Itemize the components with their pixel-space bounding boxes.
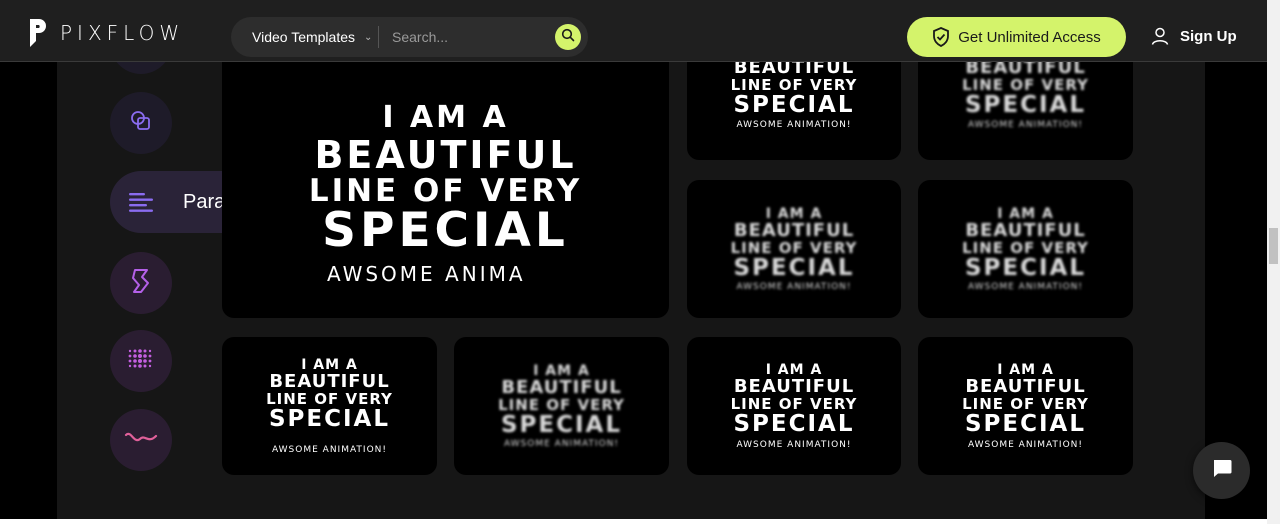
card-line-2: BEAUTIFUL (965, 375, 1086, 397)
card-subtitle: AWSOME ANIMATION! (736, 439, 852, 450)
template-card[interactable]: I AM A BEAUTIFUL LINE OF VERY SPECIAL AW… (454, 337, 669, 475)
card-subtitle: AWSOME ANIMA (327, 261, 526, 286)
chat-button[interactable] (1193, 442, 1250, 499)
card-line-2: BEAUTIFUL (269, 370, 390, 392)
card-line-1: I AM A (533, 362, 590, 379)
category-dropdown[interactable]: Video Templates ⌄ (231, 17, 378, 57)
scrollbar-thumb[interactable] (1269, 228, 1278, 264)
rail-item-wave[interactable] (110, 409, 172, 471)
card-subtitle: AWSOME ANIMATION! (736, 281, 852, 292)
page-scrollbar[interactable] (1267, 0, 1280, 524)
card-line-2: BEAUTIFUL (733, 375, 855, 397)
page-bottom-edge (0, 519, 1267, 524)
card-line-3: LINE OF VERY (730, 238, 858, 257)
card-line-1: I AM A (765, 361, 823, 378)
template-card[interactable]: BEAUTIFUL LINE OF VERY SPECIAL AWSOME AN… (918, 62, 1133, 160)
search-input[interactable]: Search... (379, 29, 555, 45)
search-button[interactable] (555, 24, 581, 50)
paragraph-icon (110, 191, 172, 213)
card-line-4: SPECIAL (733, 254, 855, 281)
card-line-1: I AM A (765, 205, 823, 222)
template-card[interactable]: I AM A BEAUTIFUL LINE OF VERY SPECIAL AW… (687, 180, 901, 318)
top-header: PIXFLOW Video Templates ⌄ Search... Get … (0, 0, 1267, 62)
card-line-2: BEAUTIFUL (965, 62, 1086, 78)
shield-check-icon (932, 27, 950, 47)
card-line-1: I AM A (301, 356, 358, 373)
card-subtitle: AWSOME ANIMATION! (967, 281, 1083, 292)
template-card[interactable]: I AM A BEAUTIFUL LINE OF VERY SPECIAL AW… (918, 337, 1133, 475)
template-card[interactable]: I AM A BEAUTIFUL LINE OF VERY SPECIAL AW… (918, 180, 1133, 318)
card-line-4: SPECIAL (964, 92, 1087, 118)
pixflow-logo-icon (28, 19, 46, 47)
rail-item-shapes[interactable] (110, 92, 172, 154)
card-line-2: BEAUTIFUL (965, 219, 1086, 241)
wave-icon (124, 431, 158, 450)
card-line-3: LINE OF VERY (308, 172, 583, 209)
card-line-2: BEAUTIFUL (501, 376, 622, 398)
search-icon (561, 28, 575, 47)
card-subtitle: AWSOME ANIMATION! (736, 120, 852, 130)
template-card[interactable]: BEAUTIFUL LINE OF VERY SPECIAL AWSOME AN… (687, 62, 901, 160)
rail-item-halftone[interactable] (110, 330, 172, 392)
card-subtitle: AWSOME ANIMATION! (967, 439, 1083, 450)
card-line-4: SPECIAL (964, 410, 1087, 437)
card-line-3: LINE OF VERY (962, 238, 1089, 257)
card-subtitle: AWSOME ANIMATION! (271, 444, 387, 455)
card-line-2: BEAUTIFUL (733, 219, 855, 241)
card-line-2: BEAUTIFUL (733, 62, 855, 78)
card-subtitle: AWSOME ANIMATION! (967, 120, 1083, 130)
card-line-3: LINE OF VERY (730, 394, 858, 413)
card-line-4: SPECIAL (322, 202, 569, 258)
cta-label: Get Unlimited Access (958, 28, 1101, 46)
card-subtitle: AWSOME ANIMATION! (503, 438, 619, 449)
card-line-3: LINE OF VERY (962, 394, 1089, 413)
dot-grid-icon (127, 347, 155, 376)
pixflow-logo[interactable]: PIXFLOW (28, 19, 184, 47)
card-line-1: I AM A (997, 361, 1054, 378)
chat-icon (1211, 457, 1233, 484)
category-label: Video Templates (252, 29, 355, 45)
card-line-3: LINE OF VERY (266, 389, 393, 408)
sign-up-link[interactable]: Sign Up (1150, 26, 1237, 46)
card-line-4: SPECIAL (733, 410, 855, 437)
rail-item-transitions[interactable] (110, 252, 172, 314)
template-card-featured[interactable]: I AM A BEAUTIFUL LINE OF VERY SPECIAL AW… (222, 62, 669, 318)
chevron-down-icon: ⌄ (364, 31, 373, 43)
get-unlimited-access-button[interactable]: Get Unlimited Access (907, 17, 1126, 57)
card-line-3: LINE OF VERY (498, 395, 625, 414)
search-bar: Video Templates ⌄ Search... (231, 17, 588, 57)
overlap-squares-icon (129, 109, 153, 138)
card-line-4: SPECIAL (964, 254, 1087, 281)
sign-up-label: Sign Up (1180, 27, 1237, 45)
template-card[interactable]: I AM A BEAUTIFUL LINE OF VERY SPECIAL AW… (687, 337, 901, 475)
zigzag-icon (129, 268, 153, 299)
template-card[interactable]: I AM A BEAUTIFUL LINE OF VERY SPECIAL AW… (222, 337, 437, 475)
logo-wordmark: PIXFLOW (60, 21, 185, 45)
user-icon (1150, 26, 1170, 46)
card-line-1: I AM A (997, 205, 1054, 222)
card-line-3: LINE OF VERY (730, 76, 858, 94)
card-line-4: SPECIAL (733, 92, 855, 118)
card-line-4: SPECIAL (500, 411, 623, 438)
card-line-1: I AM A (382, 99, 509, 135)
card-line-3: LINE OF VERY (962, 76, 1089, 94)
card-line-4: SPECIAL (268, 405, 391, 432)
card-line-2: BEAUTIFUL (314, 132, 577, 177)
